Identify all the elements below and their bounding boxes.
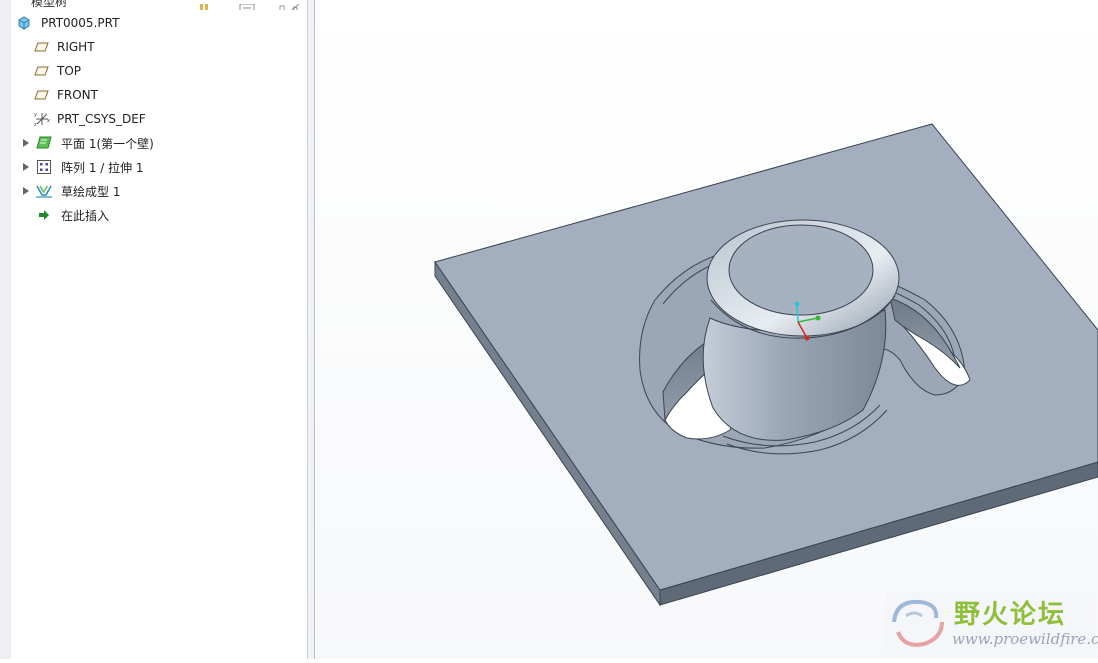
flat-wall-icon [35,134,53,152]
tree-item-label: FRONT [57,88,98,102]
tree-columns-icon[interactable] [197,0,211,10]
tree-item-label: 草绘成型 1 [61,184,121,199]
svg-text:y: y [34,112,37,118]
tree-item-label: 平面 1(第一个壁) [61,136,154,151]
expand-arrow-icon[interactable] [21,180,31,202]
part-cube-icon [15,14,33,32]
tree-settings-icon[interactable] [239,0,255,10]
tree-filter-icon[interactable] [279,0,300,10]
model-tree-header: 模型树 [11,0,307,10]
expand-arrow-icon[interactable] [21,156,31,178]
pattern-icon [35,158,53,176]
tree-item-front-plane[interactable]: FRONT [11,84,307,106]
model-tree-panel: 模型树 PRT0005.PRT RIGHT TOP FRONT y x z PR… [11,0,307,659]
graphics-viewport[interactable] [315,0,1098,659]
tree-item-pattern[interactable]: 阵列 1 / 拉伸 1 [11,156,307,178]
tree-item-right-plane[interactable]: RIGHT [11,36,307,58]
svg-text:x: x [47,118,50,124]
tree-item-label: 在此插入 [61,208,110,223]
tree-item-label: RIGHT [57,40,95,54]
tree-item-csys[interactable]: y x z PRT_CSYS_DEF [11,108,307,130]
tree-item-insert-here[interactable]: 在此插入 [11,204,307,226]
watermark-name: 野火论坛 [954,600,1067,630]
forum-watermark: 野火论坛 www.proewildfire.cn [886,592,1098,654]
tree-item-label: TOP [57,64,82,78]
svg-text:z: z [34,122,37,128]
tree-item-label: PRT0005.PRT [41,16,120,30]
datum-plane-icon [33,86,51,104]
tree-item-label: 阵列 1 / 拉伸 1 [61,160,144,175]
model-tree-title: 模型树 [31,0,68,9]
insert-here-arrow-icon [35,206,53,224]
expand-arrow-icon[interactable] [21,132,31,154]
sketched-form-icon [35,182,53,200]
watermark-url: www.proewildfire.cn [952,630,1098,648]
tree-item-top-plane[interactable]: TOP [11,60,307,82]
tree-item-sketched-form[interactable]: 草绘成型 1 [11,180,307,202]
tree-item-part[interactable]: PRT0005.PRT [11,12,307,34]
tree-item-label: PRT_CSYS_DEF [57,112,146,126]
tree-item-flat-wall[interactable]: 平面 1(第一个壁) [11,132,307,154]
csys-icon: y x z [33,110,51,128]
panel-splitter[interactable] [307,0,315,659]
sheetmetal-model [434,123,1098,607]
datum-plane-icon [33,38,51,56]
watermark-logo-icon [892,599,944,647]
datum-plane-icon [33,62,51,80]
